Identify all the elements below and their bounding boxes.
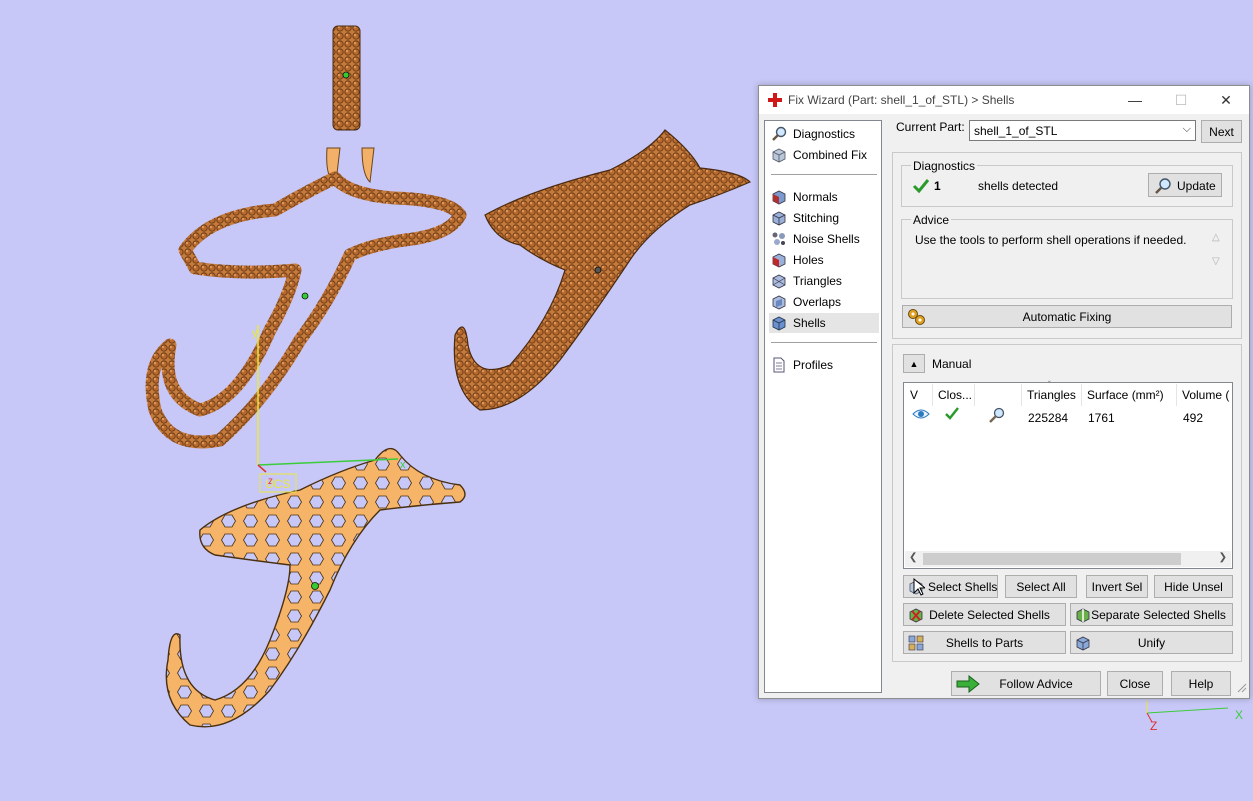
maximize-button: ☐ [1174, 92, 1188, 108]
help-button[interactable]: Help [1171, 671, 1231, 696]
chevron-down-icon: ⌵ [1182, 123, 1191, 135]
next-button[interactable]: Next [1201, 120, 1242, 143]
diagnostics-text: shells detected [978, 179, 1059, 193]
svg-text:X: X [1235, 708, 1243, 722]
update-button[interactable]: Update [1148, 173, 1222, 197]
nav-item-normals[interactable]: Normals [769, 187, 879, 207]
nav-item-overlaps[interactable]: Overlaps [769, 292, 879, 312]
svg-text:Z: Z [1150, 719, 1157, 733]
scroll-right-icon[interactable]: ❯ [1219, 552, 1227, 563]
corner-axis-triad: X Z [1146, 700, 1243, 733]
title-bar[interactable]: Fix Wizard (Part: shell_1_of_STL) > Shel… [759, 86, 1249, 114]
current-part-label: Current Part: [896, 120, 965, 134]
column-header-triangles[interactable]: Triangles [1022, 384, 1082, 406]
collapse-manual-button[interactable]: ▲ [903, 354, 925, 373]
checkmark-icon [912, 178, 930, 197]
nav-item-diagnostics[interactable]: Diagnostics [769, 124, 879, 144]
magnifier-icon [1154, 177, 1172, 198]
resize-grip-icon[interactable] [1237, 682, 1247, 696]
shell-count: 1 [934, 179, 941, 193]
close-button[interactable]: Close [1107, 671, 1163, 696]
fix-wizard-window: Fix Wizard (Part: shell_1_of_STL) > Shel… [758, 85, 1250, 699]
horizontal-scrollbar[interactable]: ❮ ❯ [905, 551, 1231, 567]
magnifier-icon [771, 126, 787, 142]
chevron-up-icon: ▲ [909, 358, 919, 369]
advice-group: Advice Use the tools to perform shell op… [901, 213, 1233, 299]
scroll-up-icon[interactable]: △ [1212, 232, 1220, 243]
cube-icon [771, 147, 787, 163]
nav-separator [771, 342, 877, 343]
manual-panel: ▲ Manual V Clos... Triangles Surface (mm… [892, 344, 1242, 662]
scroll-left-icon[interactable]: ❮ [909, 552, 917, 563]
nav-item-stitching[interactable]: Stitching [769, 208, 879, 228]
closed-checkmark-icon [944, 407, 960, 425]
minimize-button[interactable]: — [1125, 91, 1145, 109]
advice-title: Advice [911, 213, 952, 227]
column-header-surface[interactable]: Surface (mm²) [1082, 384, 1177, 406]
volume-cell: 492 [1183, 411, 1204, 425]
nav-item-shells[interactable]: Shells [769, 313, 879, 333]
inspect-magnifier-icon[interactable] [988, 406, 1006, 424]
triangles-cell: 225284 [1028, 411, 1069, 425]
visibility-eye-icon[interactable] [912, 407, 930, 425]
follow-advice-button[interactable]: Follow Advice [951, 671, 1101, 696]
delete-selected-shells-button[interactable]: Delete Selected Shells [903, 603, 1066, 626]
sort-indicator-icon: ˇ [1048, 380, 1051, 389]
document-icon [771, 357, 787, 373]
stitching-cube-icon [771, 210, 787, 226]
nav-item-noise-shells[interactable]: Noise Shells [769, 229, 879, 249]
honeycomb-letter-j [165, 447, 466, 728]
select-all-button[interactable]: Select All [1005, 575, 1077, 598]
nav-item-combined-fix[interactable]: Combined Fix [769, 145, 879, 165]
nav-item-triangles[interactable]: Triangles [769, 271, 879, 291]
normals-cube-icon [771, 189, 787, 205]
svg-text:x: x [400, 459, 406, 471]
scroll-down-icon[interactable]: ▽ [1212, 256, 1220, 267]
hide-unsel-button[interactable]: Hide Unsel [1154, 575, 1233, 598]
scrollbar-thumb[interactable] [923, 553, 1181, 565]
automatic-fixing-button[interactable]: Automatic Fixing [902, 305, 1232, 328]
column-header-closed[interactable]: Clos... [933, 384, 975, 406]
holes-cube-icon [771, 252, 787, 268]
triangles-cube-icon [771, 273, 787, 289]
overlaps-cube-icon [771, 294, 787, 310]
outline-letter-j [145, 171, 467, 449]
manual-title: Manual [932, 357, 972, 371]
invert-sel-button[interactable]: Invert Sel [1086, 575, 1148, 598]
advice-text: Use the tools to perform shell operation… [915, 233, 1187, 247]
shells-cube-icon [771, 315, 787, 331]
solid-letter-j [453, 129, 752, 411]
surface-cell: 1761 [1088, 411, 1115, 425]
unify-button[interactable]: Unify [1070, 631, 1233, 654]
mouse-cursor-icon [913, 577, 927, 599]
shells-table[interactable]: V Clos... Triangles Surface (mm²) Volume… [903, 380, 1233, 569]
close-window-button[interactable]: ✕ [1216, 91, 1236, 109]
shells-to-parts-button[interactable]: Shells to Parts [903, 631, 1066, 654]
svg-text:UCS: UCS [265, 477, 290, 491]
column-header-inspect[interactable] [975, 384, 1022, 406]
nav-item-holes[interactable]: Holes [769, 250, 879, 270]
separate-selected-shells-button[interactable]: Separate Selected Shells [1070, 603, 1233, 626]
noise-shells-icon [771, 231, 787, 247]
diagnostics-title: Diagnostics [911, 159, 978, 173]
column-header-volume[interactable]: Volume ( [1177, 384, 1232, 406]
shell-info-panel: Diagnostics 1 shells detected Update Adv… [892, 152, 1242, 339]
column-header-visible[interactable]: V [905, 384, 933, 406]
current-part-select[interactable]: shell_1_of_STL ⌵ [969, 120, 1196, 141]
wizard-navigation: Diagnostics Combined Fix Normals Stitchi… [764, 120, 882, 693]
current-part-value: shell_1_of_STL [974, 124, 1058, 138]
bail-pendant-part [326, 25, 375, 184]
svg-text:y: y [252, 327, 258, 339]
red-cross-app-icon [767, 92, 783, 111]
window-title: Fix Wizard (Part: shell_1_of_STL) > Shel… [788, 93, 1015, 107]
nav-item-profiles[interactable]: Profiles [769, 355, 879, 375]
diagnostics-group: Diagnostics 1 shells detected Update [901, 159, 1233, 207]
nav-separator [771, 174, 877, 175]
